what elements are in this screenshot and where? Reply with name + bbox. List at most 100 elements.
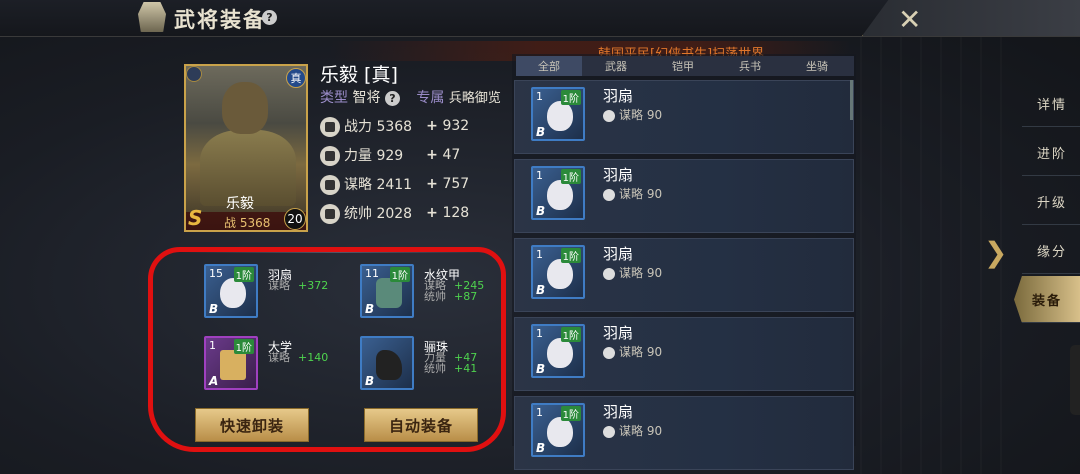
stat-label: 统帅 xyxy=(344,206,372,222)
stat-value: 2028 xyxy=(376,206,413,222)
strategy-icon xyxy=(603,188,615,201)
item-tier: 1阶 xyxy=(560,90,581,105)
help-icon[interactable]: ? xyxy=(262,10,277,25)
red-annotation-circle xyxy=(148,247,506,452)
tab-4[interactable]: 坐骑 xyxy=(784,56,850,76)
item-slot: 1 1阶 B xyxy=(531,324,585,378)
item-name: 羽扇 xyxy=(603,87,634,105)
helmet-icon xyxy=(320,204,340,224)
stat-value: 2411 xyxy=(376,177,413,193)
type-value: 智将 xyxy=(352,90,381,106)
tab-3[interactable]: 兵书 xyxy=(717,56,783,76)
item-stat: 谋略 90 xyxy=(603,343,662,360)
list-item[interactable]: 1 1阶 B 羽扇谋略 90 xyxy=(514,238,854,312)
stat-row: 谋略 2411 xyxy=(320,174,412,195)
hero-level: 20 xyxy=(284,208,306,230)
stat-value: 90 xyxy=(646,424,663,438)
item-name: 羽扇 xyxy=(603,403,634,421)
item-count: 1 xyxy=(536,406,543,419)
hero-type-row: 类型 智将 ? 专属 兵略御览 xyxy=(320,87,501,107)
stat-label: 谋略 xyxy=(344,177,372,193)
item-tier: 1阶 xyxy=(560,327,581,342)
item-count: 1 xyxy=(536,90,543,103)
stat-row: 战力 5368 xyxy=(320,116,412,137)
type-label: 类型 xyxy=(320,90,348,106)
exclusive-value[interactable]: 兵略御览 xyxy=(449,91,501,106)
list-item[interactable]: 1 1阶 B 羽扇谋略 90 xyxy=(514,159,854,233)
list-item[interactable]: 1 1阶 B 羽扇谋略 90 xyxy=(514,80,854,154)
fan-icon xyxy=(547,180,573,210)
strategy-icon xyxy=(603,425,615,438)
list-item[interactable]: 1 1阶 B 羽扇 谋略 90 xyxy=(514,396,854,470)
stat-bonus-value: 47 xyxy=(442,147,461,163)
item-count: 1 xyxy=(536,327,543,340)
equipment-tabs: 全部 武器 铠甲 兵书 坐骑 xyxy=(516,56,854,76)
plus-icon: + xyxy=(426,147,438,163)
side-menu-item-2[interactable]: 升级 xyxy=(1022,178,1080,225)
zhen-badge: 真 xyxy=(286,68,306,88)
plus-icon: + xyxy=(426,176,438,192)
fan-icon xyxy=(547,101,573,131)
item-slot: 1 1阶 B xyxy=(531,245,585,299)
side-menu-item-3[interactable]: 缘分 xyxy=(1022,227,1080,274)
close-icon[interactable]: ✕ xyxy=(898,3,921,36)
stat-value: 90 xyxy=(646,108,663,122)
strategy-icon xyxy=(603,109,615,122)
item-grade: B xyxy=(536,204,546,218)
device-edge xyxy=(1070,345,1080,415)
stat-value: 90 xyxy=(646,187,663,201)
stat-name: 谋略 xyxy=(619,187,644,201)
stat-value: 5368 xyxy=(376,119,413,135)
faction-icon xyxy=(186,66,202,82)
stat-bonus-value: 128 xyxy=(442,205,470,221)
item-tier: 1阶 xyxy=(560,169,581,184)
item-grade: B xyxy=(536,283,546,297)
stat-value: 90 xyxy=(646,266,663,280)
fan-icon xyxy=(547,259,573,289)
side-menu-item-0[interactable]: 详情 xyxy=(1022,80,1080,127)
fist-icon xyxy=(320,146,340,166)
hero-name: 乐毅 [真] xyxy=(320,64,398,86)
stat-value: 929 xyxy=(376,148,404,164)
item-slot: 1 1阶 B xyxy=(531,166,585,220)
plus-icon: + xyxy=(426,118,438,134)
tab-0[interactable]: 全部 xyxy=(516,56,582,76)
page-title: 武将装备 xyxy=(174,8,266,32)
item-slot: 1 1阶 B xyxy=(531,87,585,141)
item-count: 1 xyxy=(536,248,543,261)
portrait-power: 战 5368 xyxy=(224,216,271,230)
stat-name: 谋略 xyxy=(619,108,644,122)
stat-bonus: + 757 xyxy=(426,176,469,192)
tab-2[interactable]: 铠甲 xyxy=(650,56,716,76)
stat-row: 统帅 2028 xyxy=(320,203,412,224)
fan-icon xyxy=(547,417,573,447)
list-scrollbar[interactable] xyxy=(850,80,853,120)
type-help-icon[interactable]: ? xyxy=(384,91,400,106)
plus-icon: + xyxy=(426,205,438,221)
exclusive-label: 专属 xyxy=(416,90,445,106)
stat-name: 谋略 xyxy=(619,266,644,280)
list-item[interactable]: 1 1阶 B 羽扇 谋略 90 xyxy=(514,317,854,391)
item-tier: 1阶 xyxy=(560,406,581,421)
close-tab[interactable] xyxy=(862,0,1080,36)
item-grade: B xyxy=(536,362,546,376)
item-name: 羽扇 xyxy=(603,324,634,342)
stat-bonus: + 47 xyxy=(426,147,460,163)
stat-bonus: + 932 xyxy=(426,118,469,134)
item-name: 羽扇 xyxy=(603,245,634,263)
item-grade: B xyxy=(536,125,546,139)
stat-value: 90 xyxy=(646,345,663,359)
side-menu-item-4[interactable]: 装备 xyxy=(1014,276,1080,323)
stat-name: 谋略 xyxy=(619,345,644,359)
collapse-arrow-icon[interactable]: ❯ xyxy=(984,236,1010,269)
helmet-icon xyxy=(138,2,166,32)
item-name: 羽扇 xyxy=(603,166,634,184)
item-count: 1 xyxy=(536,169,543,182)
tab-1[interactable]: 武器 xyxy=(583,56,649,76)
stat-row: 力量 929 xyxy=(320,145,403,166)
stat-label: 战力 xyxy=(344,119,372,135)
stat-bonus-value: 757 xyxy=(442,176,470,192)
side-menu-item-1[interactable]: 进阶 xyxy=(1022,129,1080,176)
portrait-name: 乐毅 xyxy=(226,196,254,212)
strategy-icon xyxy=(603,346,615,359)
